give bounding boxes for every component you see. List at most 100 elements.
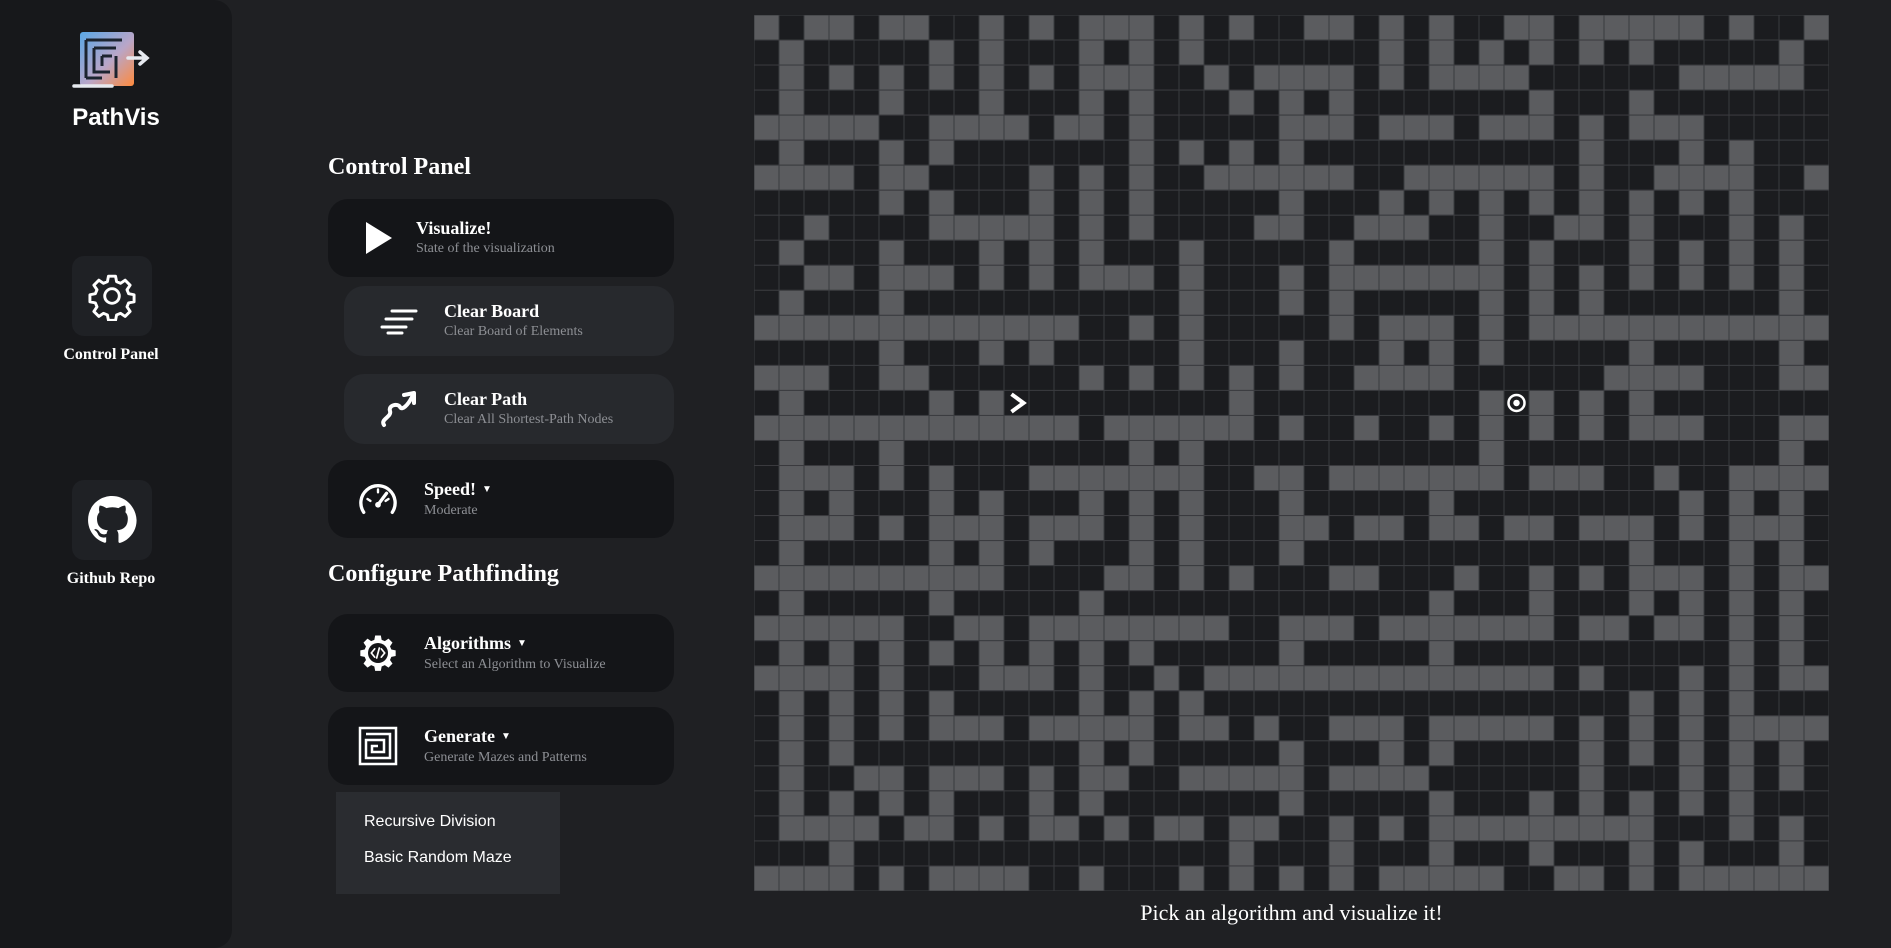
grid-cell[interactable] (803, 39, 830, 66)
grid-cell[interactable] (1678, 465, 1705, 492)
grid-cell[interactable] (1103, 490, 1130, 517)
grid-cell[interactable] (1503, 139, 1530, 166)
grid-cell[interactable] (1328, 389, 1355, 416)
wall-cell[interactable] (754, 314, 780, 341)
grid-cell[interactable] (1053, 665, 1080, 692)
wall-cell[interactable] (1128, 15, 1155, 41)
wall-cell[interactable] (1178, 765, 1205, 792)
wall-cell[interactable] (828, 15, 855, 41)
wall-cell[interactable] (828, 640, 855, 667)
wall-cell[interactable] (878, 439, 905, 467)
grid-cell[interactable] (878, 389, 905, 416)
wall-cell[interactable] (853, 765, 880, 792)
grid-cell[interactable] (1753, 615, 1780, 642)
grid-cell[interactable] (1153, 740, 1180, 767)
grid-cell[interactable] (1303, 815, 1330, 842)
wall-cell[interactable] (1153, 465, 1180, 492)
grid-cell[interactable] (1378, 790, 1405, 817)
wall-cell[interactable] (1528, 465, 1555, 492)
wall-cell[interactable] (1378, 214, 1405, 241)
grid-cell[interactable] (828, 39, 855, 66)
grid-cell[interactable] (778, 264, 805, 291)
wall-cell[interactable] (1353, 715, 1380, 742)
grid-cell[interactable] (1478, 790, 1505, 817)
grid-cell[interactable] (1753, 339, 1780, 366)
grid-cell[interactable] (1053, 364, 1080, 391)
wall-cell[interactable] (1178, 15, 1205, 41)
grid-cell[interactable] (778, 15, 805, 41)
grid-cell[interactable] (1753, 239, 1780, 266)
wall-cell[interactable] (1778, 715, 1805, 742)
grid-cell[interactable] (803, 139, 830, 166)
wall-cell[interactable] (1578, 665, 1605, 692)
wall-cell[interactable] (1128, 64, 1155, 91)
grid-cell[interactable] (1003, 364, 1030, 391)
wall-cell[interactable] (1778, 264, 1805, 291)
grid-cell[interactable] (1153, 214, 1180, 241)
grid-cell[interactable] (1153, 164, 1180, 191)
wall-cell[interactable] (1753, 715, 1780, 742)
grid-cell[interactable] (1378, 414, 1405, 441)
grid-cell[interactable] (1153, 540, 1180, 567)
grid-cell[interactable] (1753, 364, 1780, 391)
wall-cell[interactable] (1328, 239, 1355, 266)
grid-cell[interactable] (1278, 15, 1305, 41)
grid-cell[interactable] (1703, 615, 1730, 642)
wall-cell[interactable] (1328, 665, 1355, 692)
wall-cell[interactable] (1678, 139, 1705, 166)
grid-cell[interactable] (1453, 289, 1480, 316)
grid-cell[interactable] (1003, 439, 1030, 467)
wall-cell[interactable] (1578, 114, 1605, 141)
grid-cell[interactable] (1003, 89, 1030, 116)
grid-cell[interactable] (1203, 439, 1230, 467)
clear-board-button[interactable]: Clear Board Clear Board of Elements (344, 286, 674, 356)
grid-cell[interactable] (1703, 264, 1730, 291)
grid-cell[interactable] (1603, 715, 1630, 742)
grid-cell[interactable] (928, 840, 955, 867)
grid-cell[interactable] (1328, 540, 1355, 567)
grid-cell[interactable] (828, 364, 855, 391)
wall-cell[interactable] (1253, 715, 1280, 742)
visualize-button[interactable]: Visualize! State of the visualization (328, 199, 674, 277)
grid-cell[interactable] (1153, 39, 1180, 66)
grid-cell[interactable] (853, 590, 880, 617)
grid-cell[interactable] (1728, 339, 1755, 366)
grid-cell[interactable] (1228, 615, 1255, 642)
wall-cell[interactable] (1278, 790, 1305, 817)
grid-cell[interactable] (1078, 139, 1105, 166)
wall-cell[interactable] (1353, 414, 1380, 441)
wall-cell[interactable] (1228, 15, 1255, 41)
grid-cell[interactable] (1428, 565, 1455, 592)
grid-cell[interactable] (1653, 490, 1680, 517)
grid-cell[interactable] (1803, 239, 1829, 266)
wall-cell[interactable] (1628, 865, 1655, 891)
grid-cell[interactable] (1103, 39, 1130, 66)
grid-cell[interactable] (1403, 39, 1430, 66)
wall-cell[interactable] (1478, 314, 1505, 341)
grid-cell[interactable] (1028, 565, 1055, 592)
grid-cell[interactable] (1128, 765, 1155, 792)
wall-cell[interactable] (754, 164, 780, 191)
grid-cell[interactable] (1753, 590, 1780, 617)
grid-cell[interactable] (1278, 314, 1305, 341)
grid-cell[interactable] (1328, 590, 1355, 617)
wall-cell[interactable] (1178, 465, 1205, 492)
grid-cell[interactable] (1703, 139, 1730, 166)
grid-cell[interactable] (878, 590, 905, 617)
wall-cell[interactable] (1278, 540, 1305, 567)
wall-cell[interactable] (1628, 15, 1655, 41)
wall-cell[interactable] (978, 15, 1005, 41)
wall-cell[interactable] (1578, 865, 1605, 891)
wall-cell[interactable] (1478, 39, 1505, 66)
grid-cell[interactable] (1428, 239, 1455, 266)
wall-cell[interactable] (1253, 465, 1280, 492)
grid-cell[interactable] (853, 39, 880, 66)
wall-cell[interactable] (1678, 364, 1705, 391)
grid-cell[interactable] (1703, 665, 1730, 692)
grid-cell[interactable] (1803, 690, 1829, 717)
wall-cell[interactable] (1428, 314, 1455, 341)
wall-cell[interactable] (928, 314, 955, 341)
wall-cell[interactable] (1778, 314, 1805, 341)
wall-cell[interactable] (878, 615, 905, 642)
wall-cell[interactable] (1303, 64, 1330, 91)
